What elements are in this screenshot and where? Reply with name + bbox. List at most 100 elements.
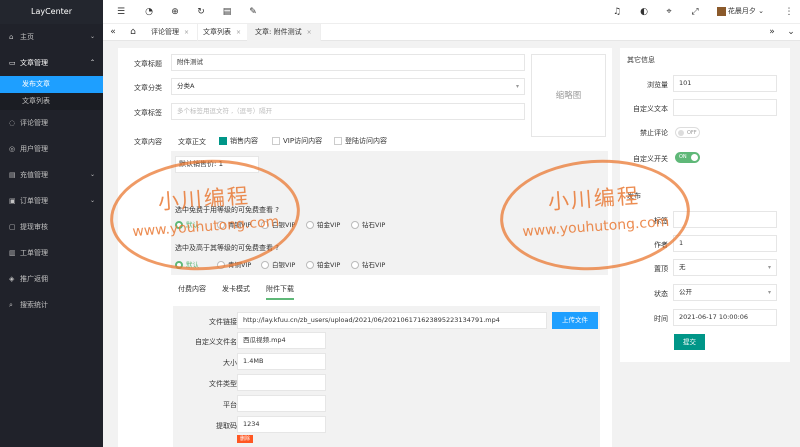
tab-card-mode[interactable]: 发卡模式 (222, 284, 250, 294)
chevron-down-icon: ⌄ (89, 197, 95, 204)
content-body-option[interactable]: 文章正文 (178, 137, 206, 147)
radio-diamond-2[interactable]: 钻石VIP (351, 259, 385, 269)
sidebar-item-tickets[interactable]: ▥ 工单管理 (0, 240, 103, 266)
brush-icon[interactable]: ✎ (247, 6, 259, 18)
tag-label: 标签 (654, 217, 668, 225)
note-icon[interactable]: ▤ (221, 6, 233, 18)
other-info-panel: 其它信息 浏览量 101 自定义文本 禁止评论 OFF 自定义开关 ON (620, 48, 790, 195)
article-form: 文章标题 附件测试 文章分类 分类A ▾ 文章标签 多个标签用逗文符 ,（逗号）隔… (118, 48, 612, 447)
platform-input[interactable] (237, 395, 326, 412)
platform-label: 平台 (223, 401, 237, 409)
top-label: 置顶 (654, 265, 668, 273)
refresh-icon[interactable]: ↻ (195, 6, 207, 18)
tab-article-edit[interactable]: 文章: 附件测试 × (247, 24, 321, 41)
sidebar-item-search-stats[interactable]: ⌕ 搜索统计 (0, 292, 103, 318)
custom-switch[interactable]: ON (675, 152, 700, 163)
sale-content-checkbox[interactable]: 销售内容 (219, 136, 258, 146)
tags-input[interactable]: 多个标签用逗文符 ,（逗号）隔开 (171, 103, 525, 120)
file-type-label: 文件类型 (209, 380, 237, 388)
price-field[interactable]: 默认销售价: 1 (175, 156, 259, 173)
chevron-down-icon: ▾ (767, 264, 771, 271)
radio-bronze-2[interactable]: 青铜VIP (217, 259, 251, 269)
code-label: 提取码 (216, 422, 237, 430)
title-input[interactable]: 附件测试 (171, 54, 525, 71)
views-input[interactable]: 101 (673, 75, 777, 92)
upload-file-button[interactable]: 上传文件 (552, 312, 598, 329)
app-logo: LayCenter (0, 0, 103, 24)
home-icon: ⌂ (9, 33, 14, 41)
views-label: 浏览量 (647, 81, 668, 89)
globe-icon[interactable]: ⊕ (169, 6, 181, 18)
radio-default-2[interactable]: 默认 (175, 259, 199, 269)
sidebar-item-orders[interactable]: ▣ 订单管理 ⌄ (0, 188, 103, 214)
author-input[interactable]: 1 (673, 235, 777, 252)
withdraw-icon: ▢ (9, 223, 16, 231)
radio-bronze-1[interactable]: 青铜VIP (217, 219, 251, 229)
close-icon[interactable]: × (184, 29, 189, 36)
vip-content-checkbox[interactable]: VIP访问内容 (272, 136, 322, 146)
close-icon[interactable]: × (307, 29, 312, 36)
search-icon: ⌕ (9, 301, 13, 309)
sidebar-subitem-list[interactable]: 文章列表 (0, 93, 103, 110)
file-link-label: 文件链接 (209, 318, 237, 326)
chevron-down-icon: ▾ (767, 289, 771, 296)
publish-title: 发布 (627, 192, 641, 200)
time-input[interactable]: 2021-06-17 10:00:06 (673, 309, 777, 326)
file-name-input[interactable]: 西瓜视频.mp4 (237, 332, 326, 349)
tab-paid-content[interactable]: 付费内容 (178, 284, 206, 294)
sidebar-subitem-publish[interactable]: 发布文章 (0, 76, 103, 93)
theme-icon[interactable]: ◐ (638, 6, 650, 18)
sidebar-item-home[interactable]: ⌂ 主页 ⌄ (0, 24, 103, 50)
delete-button[interactable]: 删除 (237, 435, 253, 443)
custom-switch-label: 自定义开关 (633, 155, 668, 163)
higher-level-question: 选中及高于其等级的可免费查看 ? (175, 244, 279, 252)
size-label: 大小 (223, 359, 237, 367)
tab-article-list[interactable]: 文章列表 × (195, 24, 251, 41)
category-select[interactable]: 分类A ▾ (171, 78, 525, 95)
sidebar-item-comments[interactable]: ◌ 评论管理 (0, 110, 103, 136)
radio-diamond-1[interactable]: 钻石VIP (351, 219, 385, 229)
fullscreen-icon[interactable]: ⤢ (689, 6, 701, 18)
top-select[interactable]: 无 ▾ (673, 259, 777, 276)
more-icon[interactable]: ⋮ (783, 6, 795, 18)
radio-silver-1[interactable]: 白银VIP (261, 219, 295, 229)
tags-label: 文章标签 (134, 109, 162, 117)
sidebar-item-withdraw[interactable]: ▢ 提现审核 (0, 214, 103, 240)
chevron-up-icon: ⌃ (89, 59, 95, 66)
content-label: 文章内容 (134, 138, 162, 146)
sidebar-item-articles[interactable]: ▭ 文章管理 ⌃ (0, 50, 103, 76)
status-select[interactable]: 公开 ▾ (673, 284, 777, 301)
custom-text-input[interactable] (673, 99, 777, 116)
tabs-next-icon[interactable]: » (766, 26, 778, 38)
close-icon[interactable]: × (236, 29, 241, 36)
file-link-input[interactable]: http://lay.kfuu.cn/zb_users/upload/2021/… (237, 312, 547, 329)
category-label: 文章分类 (134, 84, 162, 92)
thumbnail-upload[interactable]: 缩略图 (531, 54, 606, 137)
user-menu[interactable]: 花晨月夕 ⌄ (716, 6, 764, 16)
tag-icon[interactable]: ⌖ (663, 6, 675, 18)
login-content-checkbox[interactable]: 登陆访问内容 (334, 136, 387, 146)
file-type-input[interactable] (237, 374, 326, 391)
size-input[interactable]: 1.4MB (237, 353, 326, 370)
submit-button[interactable]: 提交 (674, 334, 705, 350)
home-tab-icon[interactable]: ⌂ (127, 26, 139, 38)
attachment-panel: 文件链接 http://lay.kfuu.cn/zb_users/upload/… (173, 306, 600, 447)
radio-platinum-1[interactable]: 铂金VIP (306, 219, 340, 229)
disable-comment-switch[interactable]: OFF (675, 127, 700, 138)
sidebar-item-recharge[interactable]: ▤ 充值管理 ⌄ (0, 162, 103, 188)
promote-icon: ◈ (9, 275, 15, 283)
radio-silver-2[interactable]: 白银VIP (261, 259, 295, 269)
tab-comments[interactable]: 评论管理 × (143, 24, 199, 41)
tag-input[interactable] (673, 211, 777, 228)
chevron-down-icon[interactable]: ⌄ (785, 26, 797, 38)
sidebar-item-promote[interactable]: ◈ 推广返佣 (0, 266, 103, 292)
bell-icon[interactable]: ♫ (611, 6, 623, 18)
radio-platinum-2[interactable]: 铂金VIP (306, 259, 340, 269)
sidebar-item-users[interactable]: ◎ 用户管理 (0, 136, 103, 162)
dashboard-icon[interactable]: ◔ (143, 6, 155, 18)
tab-attachment-download[interactable]: 附件下载 (266, 284, 294, 300)
radio-default-1[interactable]: 默认 (175, 219, 199, 229)
code-input[interactable]: 1234 (237, 416, 326, 433)
tabs-prev-icon[interactable]: « (107, 26, 119, 38)
menu-toggle-icon[interactable]: ☰ (115, 6, 127, 18)
